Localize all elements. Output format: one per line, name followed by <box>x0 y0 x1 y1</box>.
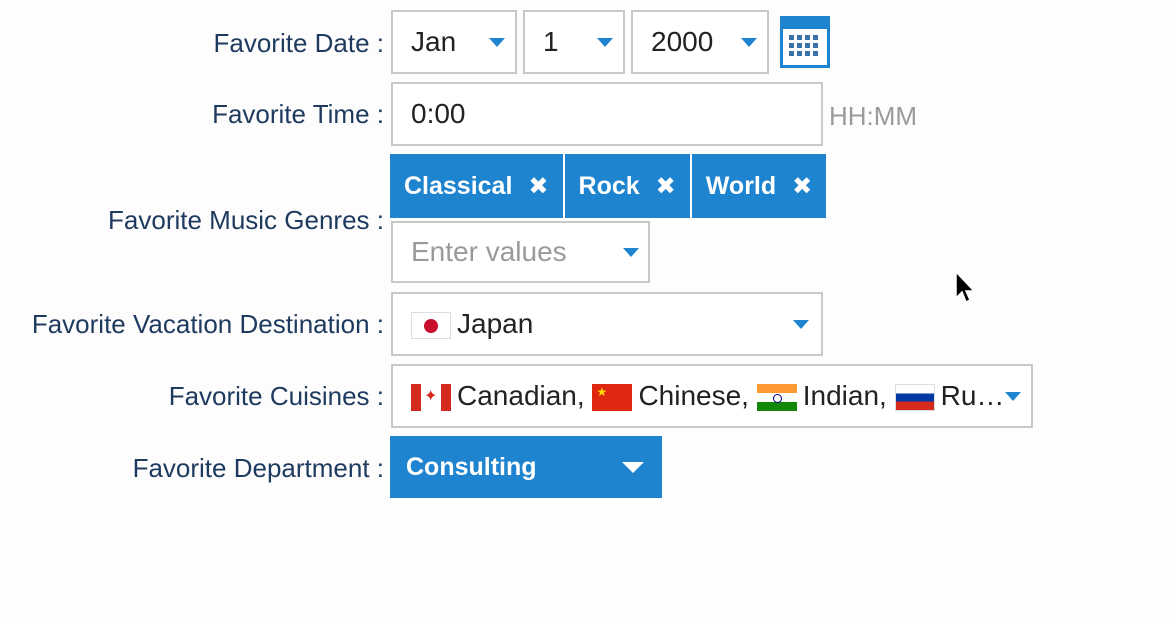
favorite-cuisines-label: Favorite Cuisines : <box>168 381 384 411</box>
chevron-down-icon <box>489 38 505 47</box>
favorite-vacation-destination-label: Favorite Vacation Destination : <box>31 309 384 339</box>
india-flag-icon <box>756 384 797 412</box>
chevron-down-icon <box>623 248 639 257</box>
cuisines-value: Canadian, Chinese, Indian, Ru… <box>393 380 1001 412</box>
cuisine-item: Canadian, <box>457 380 585 411</box>
cuisine-item: Chinese, <box>638 380 749 411</box>
year-value: 2000 <box>651 26 714 57</box>
time-input[interactable]: 0:00 <box>391 82 823 146</box>
china-flag-icon <box>592 384 633 412</box>
remove-tag-icon[interactable]: ✖ <box>528 172 548 201</box>
tag-label: Classical <box>404 171 513 200</box>
favorite-time-label: Favorite Time : <box>212 99 384 129</box>
favorite-music-genres-label: Favorite Music Genres : <box>108 205 384 235</box>
vacation-destination-select[interactable]: Japan <box>391 292 823 356</box>
russia-flag-icon <box>894 384 935 412</box>
cuisine-item: Ru… <box>940 380 1001 411</box>
chevron-down-icon <box>622 462 644 473</box>
chevron-down-icon <box>793 320 809 329</box>
remove-tag-icon[interactable]: ✖ <box>792 172 812 201</box>
favorite-date-label: Favorite Date : <box>213 28 384 58</box>
music-genre-placeholder: Enter values <box>411 236 567 267</box>
department-select[interactable]: Consulting <box>390 436 662 498</box>
chevron-down-icon <box>1005 392 1021 401</box>
canada-flag-icon <box>411 384 451 412</box>
month-value: Jan <box>411 26 457 57</box>
department-value: Consulting <box>406 452 537 481</box>
tag-classical: Classical ✖ <box>390 154 565 218</box>
cuisine-item: Indian, <box>802 380 887 411</box>
favorite-department-label: Favorite Department : <box>132 453 384 483</box>
tag-label: World <box>705 171 777 200</box>
time-value: 0:00 <box>411 98 466 129</box>
cuisines-select[interactable]: Canadian, Chinese, Indian, Ru… <box>391 364 1033 428</box>
calendar-icon[interactable] <box>780 16 830 68</box>
chevron-down-icon <box>741 38 757 47</box>
day-select[interactable]: 1 <box>523 10 625 74</box>
remove-tag-icon[interactable]: ✖ <box>656 172 676 201</box>
tag-world: World ✖ <box>691 154 827 218</box>
month-select[interactable]: Jan <box>391 10 517 74</box>
chevron-down-icon <box>597 38 613 47</box>
day-value: 1 <box>543 26 559 57</box>
music-genre-tags: Classical ✖ Rock ✖ World ✖ <box>390 154 827 218</box>
mouse-cursor-icon <box>955 270 976 304</box>
time-format-hint: HH:MM <box>829 101 918 131</box>
tag-label: Rock <box>578 171 640 200</box>
music-genre-input[interactable]: Enter values <box>391 221 650 283</box>
vacation-destination-value: Japan <box>393 308 533 340</box>
year-select[interactable]: 2000 <box>631 10 769 74</box>
japan-flag-icon <box>411 312 451 340</box>
tag-rock: Rock ✖ <box>564 154 692 218</box>
vacation-destination-text: Japan <box>457 308 534 339</box>
